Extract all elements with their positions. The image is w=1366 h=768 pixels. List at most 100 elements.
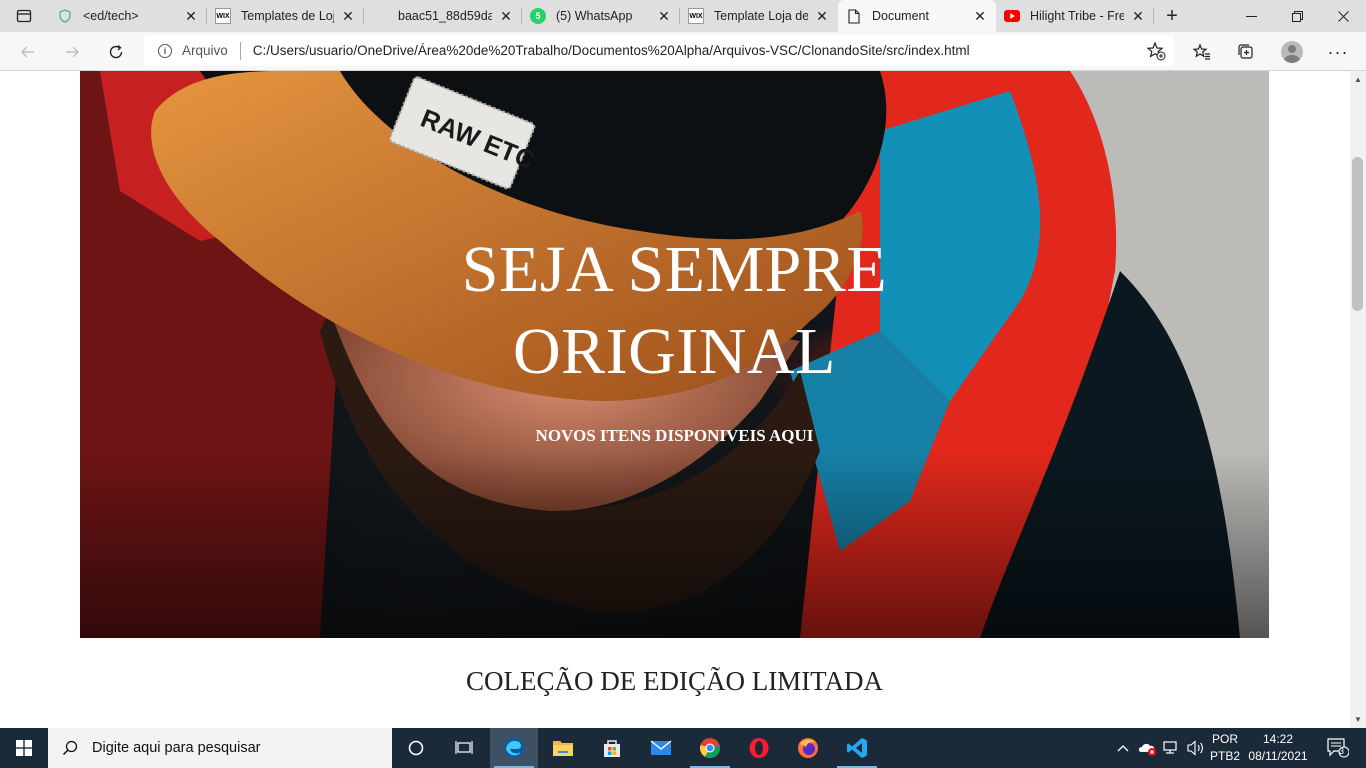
wix-icon: WIX	[215, 8, 231, 24]
profile-button[interactable]	[1276, 36, 1308, 68]
tab-title: Templates de Loja	[241, 9, 334, 23]
show-hidden-icons-button[interactable]	[1112, 728, 1134, 768]
language-label: POR	[1211, 732, 1238, 746]
section-title: COLEÇÃO DE EDIÇÃO LIMITADA	[465, 666, 884, 696]
tab-title: <ed/tech>	[83, 9, 139, 23]
search-placeholder: Digite aqui para pesquisar	[92, 740, 261, 756]
task-view-button[interactable]	[440, 728, 488, 768]
close-icon[interactable]: ✕	[656, 8, 672, 24]
site-origin-label: Arquivo	[182, 43, 228, 58]
start-button[interactable]	[0, 728, 48, 768]
forward-button[interactable]	[56, 36, 88, 68]
browser-toolbar: i Arquivo C:/Users/usuario/OneDrive/Área…	[0, 32, 1366, 71]
tab-strip: <ed/tech> ✕ WIX Templates de Loja ✕ baac…	[0, 0, 1366, 32]
hero-banner: RAW ETC SEJA SEMPRE ORIGINAL NOVOS ITENS…	[80, 71, 1269, 638]
collections-button[interactable]	[1230, 36, 1262, 68]
chrome-icon	[700, 738, 720, 759]
favorites-button[interactable]	[1186, 36, 1218, 68]
tab-whatsapp[interactable]: 5 (5) WhatsApp ✕	[522, 0, 680, 32]
close-icon	[1337, 10, 1349, 22]
arrow-right-icon	[66, 46, 79, 58]
refresh-button[interactable]	[100, 36, 132, 68]
hero-title-line-1: SEJA SEMPRE	[461, 233, 888, 306]
input-language-button[interactable]: POR PTB2	[1208, 728, 1242, 768]
document-icon	[846, 8, 862, 24]
restore-button[interactable]	[1274, 0, 1320, 32]
cortana-button[interactable]	[392, 728, 440, 768]
tab-title: Hilight Tribe - Fre	[1030, 9, 1124, 23]
taskbar-opera[interactable]	[735, 728, 783, 768]
avatar	[1281, 41, 1303, 63]
wix-icon: WIX	[688, 8, 704, 24]
task-view-icon	[455, 741, 473, 754]
close-icon[interactable]: ✕	[814, 8, 830, 24]
close-icon[interactable]: ✕	[972, 8, 988, 24]
minimize-button[interactable]	[1228, 0, 1274, 32]
notifications-icon	[1327, 738, 1349, 758]
back-button[interactable]	[12, 36, 44, 68]
taskbar-chrome[interactable]	[686, 728, 734, 768]
close-icon[interactable]: ✕	[498, 8, 514, 24]
scrollbar-thumb[interactable]	[1352, 157, 1363, 311]
hero-subtitle[interactable]: NOVOS ITENS DISPONIVEIS AQUI	[80, 426, 1269, 446]
plus-icon: +	[1166, 4, 1178, 27]
keyboard-label: PTB2	[1209, 749, 1240, 763]
scroll-down-icon[interactable]: ▼	[1354, 715, 1362, 724]
arrow-left-icon	[21, 46, 34, 58]
tab-actions-button[interactable]	[0, 0, 48, 32]
minimize-icon	[1245, 15, 1257, 17]
hero-title-line-2: ORIGINAL	[513, 315, 836, 388]
close-icon[interactable]: ✕	[1130, 8, 1146, 24]
tab-hilight-tribe[interactable]: Hilight Tribe - Fre ✕	[996, 0, 1154, 32]
scroll-up-icon[interactable]: ▲	[1354, 75, 1362, 84]
store-icon	[604, 740, 620, 757]
mail-icon	[650, 740, 672, 755]
clock-date: 08/11/2021	[1248, 749, 1308, 763]
taskbar-edge[interactable]	[490, 728, 538, 768]
page-scrollbar[interactable]: ▲ ▼	[1350, 71, 1366, 728]
tab-baac51[interactable]: baac51_88d59da ✕	[364, 0, 522, 32]
youtube-icon	[1004, 8, 1020, 24]
opera-icon	[749, 738, 769, 758]
clock-time: 14:22	[1262, 732, 1294, 746]
collections-icon	[1238, 44, 1253, 59]
tab-edtech[interactable]: <ed/tech> ✕	[49, 0, 207, 32]
settings-menu-button[interactable]: ···	[1322, 36, 1354, 68]
cortana-icon	[408, 740, 424, 756]
whatsapp-icon: 5	[530, 8, 546, 24]
tab-title: baac51_88d59da	[398, 9, 492, 23]
close-icon[interactable]: ✕	[183, 8, 199, 24]
url-text[interactable]: C:/Users/usuario/OneDrive/Área%20de%20Tr…	[253, 43, 970, 58]
new-tab-button[interactable]: +	[1158, 4, 1186, 28]
add-favorite-button[interactable]	[1146, 41, 1166, 64]
onedrive-tray-button[interactable]	[1136, 728, 1160, 768]
info-icon[interactable]: i	[158, 43, 172, 58]
taskbar-firefox[interactable]	[784, 728, 832, 768]
firefox-icon	[798, 738, 818, 758]
onedrive-error-icon	[1138, 743, 1156, 756]
taskbar-file-explorer[interactable]	[539, 728, 587, 768]
page-viewport: RAW ETC SEJA SEMPRE ORIGINAL NOVOS ITENS…	[0, 71, 1350, 728]
taskbar-mail[interactable]	[637, 728, 685, 768]
blank-icon	[372, 8, 388, 24]
close-window-button[interactable]	[1320, 0, 1366, 32]
action-center-button[interactable]: 3	[1318, 728, 1358, 768]
tab-template-loja[interactable]: WIX Template Loja de ✕	[680, 0, 838, 32]
star-add-icon	[1146, 41, 1166, 61]
close-icon[interactable]: ✕	[340, 8, 356, 24]
address-bar[interactable]: i Arquivo C:/Users/usuario/OneDrive/Área…	[144, 35, 1174, 66]
windows-logo-icon	[16, 740, 32, 756]
taskbar-search-box[interactable]: Digite aqui para pesquisar	[48, 728, 392, 768]
vscode-icon	[847, 738, 867, 758]
edge-icon	[504, 738, 524, 758]
taskbar-vscode[interactable]	[833, 728, 881, 768]
tab-templates-loja[interactable]: WIX Templates de Loja ✕	[207, 0, 364, 32]
volume-tray-button[interactable]	[1184, 728, 1208, 768]
network-tray-button[interactable]	[1160, 728, 1184, 768]
tab-document[interactable]: Document ✕	[838, 0, 996, 32]
clock-button[interactable]: 14:22 08/11/2021	[1244, 728, 1312, 768]
address-divider	[239, 41, 241, 60]
chevron-up-icon	[1117, 745, 1129, 752]
refresh-icon	[109, 44, 123, 59]
taskbar-microsoft-store[interactable]	[588, 728, 636, 768]
